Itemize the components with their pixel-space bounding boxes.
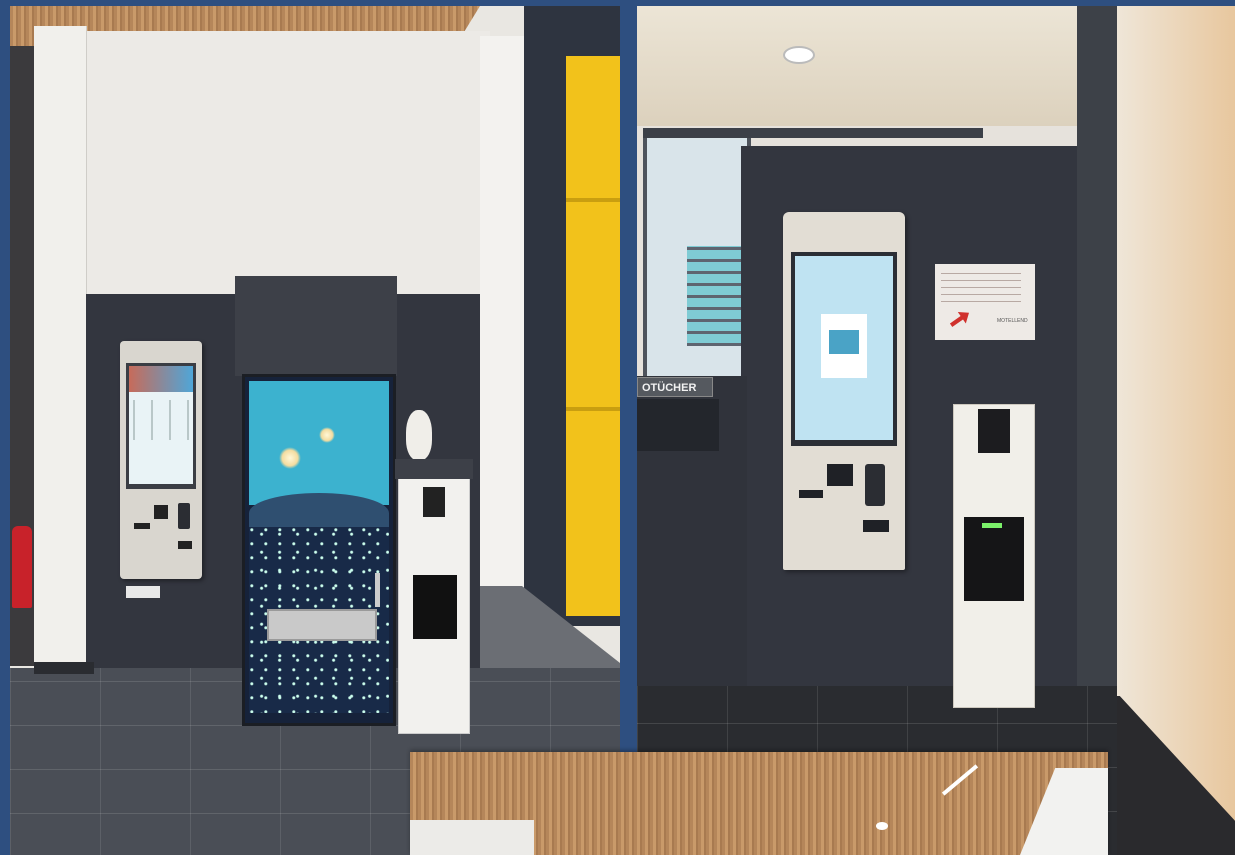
photo-left-kiosk-corner (10, 6, 620, 855)
power-outlet (126, 586, 160, 598)
building-outside (687, 246, 743, 346)
glowing-light (279, 447, 301, 469)
vending-graphic-sky (249, 381, 389, 505)
ticket-scanner-base (964, 517, 1024, 601)
card-slot (827, 464, 853, 486)
ceiling-spot-light (876, 822, 888, 830)
screen-icons (133, 400, 189, 440)
vending-dispense-tray (267, 609, 377, 641)
glowing-light (319, 427, 335, 443)
white-wall-segment (410, 820, 534, 855)
screen-product-card (821, 314, 867, 378)
ticket-scanner-base (413, 575, 457, 639)
kiosk-touchscreen (791, 252, 897, 446)
kiosk-touchscreen (126, 363, 196, 489)
white-vase (406, 410, 432, 460)
card-slot (154, 505, 168, 519)
photo-bottom-ceiling (410, 752, 1108, 855)
right-pillar (480, 36, 524, 596)
wall-sign: OTÜCHER (637, 377, 713, 397)
fire-extinguisher (12, 526, 32, 608)
receipt-slot (134, 523, 150, 529)
receipt-slot (799, 490, 823, 498)
ceiling-light (783, 46, 815, 64)
card-terminal (865, 464, 885, 506)
notice-brand: MOTELLEND (997, 318, 1028, 324)
notice-paper: MOTELLEND (935, 264, 1035, 340)
window-column (1077, 6, 1117, 706)
ticket-reader (978, 409, 1010, 453)
window-frame-top (643, 128, 983, 138)
ticket-tower (953, 404, 1035, 708)
photo-right-kiosk-wall: OTÜCHER MOTELLEND (637, 6, 1235, 855)
vending-machine (242, 374, 396, 726)
coin-slot (863, 520, 889, 532)
upper-wall (40, 31, 490, 301)
window-view (643, 132, 751, 380)
scanner-green-light (982, 523, 1002, 528)
wall-sign-label: OTÜCHER (642, 382, 697, 394)
yellow-window-panel (566, 56, 620, 616)
ticket-tower (395, 459, 473, 734)
ceiling (637, 6, 1097, 126)
wall-dispenser (637, 399, 719, 451)
self-service-kiosk (783, 212, 905, 570)
ticket-reader (423, 487, 445, 517)
vending-machine-top (235, 276, 397, 376)
self-service-kiosk (120, 341, 202, 579)
left-pillar (34, 26, 87, 672)
screen-banner-image (129, 366, 193, 392)
card-terminal (178, 503, 190, 529)
coin-slot (178, 541, 192, 549)
vending-handle (375, 573, 380, 607)
skirting (34, 662, 94, 674)
red-arrow-icon (947, 307, 973, 331)
